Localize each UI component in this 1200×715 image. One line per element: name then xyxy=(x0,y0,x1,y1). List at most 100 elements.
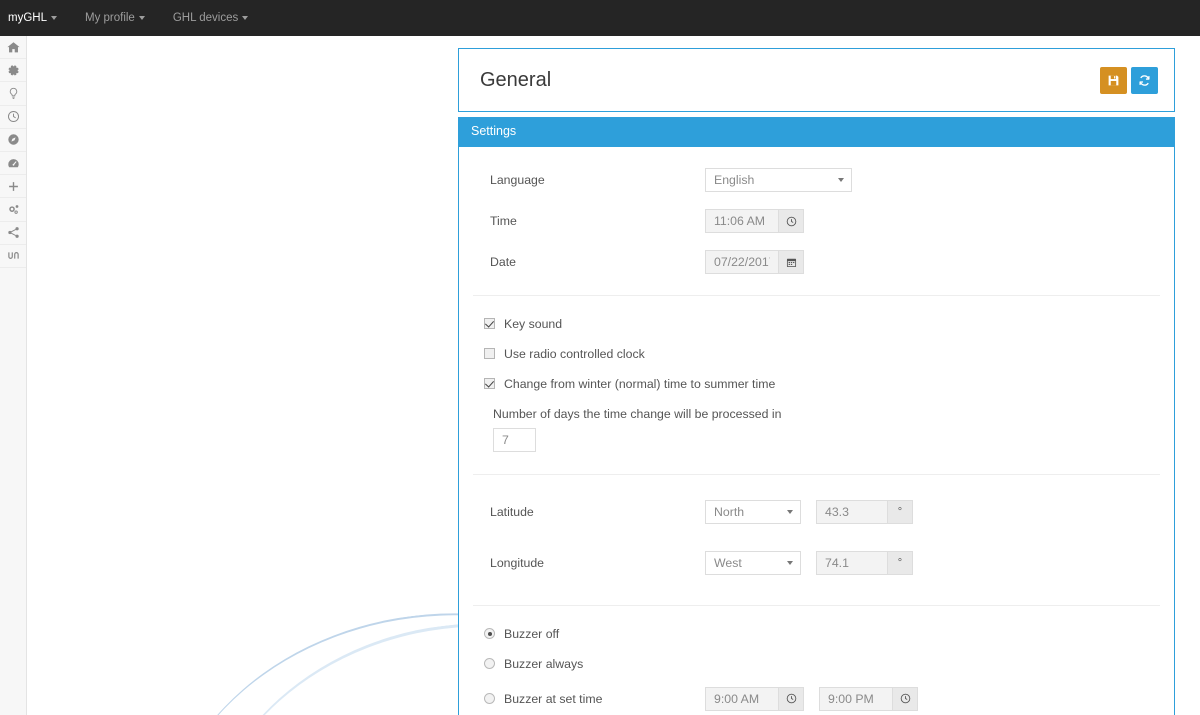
plus-icon xyxy=(7,180,20,193)
chevron-down-icon xyxy=(787,561,793,565)
nav-item-label: GHL devices xyxy=(172,12,239,24)
sidebar-item-compass[interactable] xyxy=(0,129,26,152)
row-buzzer-set-time: Buzzer at set time xyxy=(473,686,1160,711)
sidebar-item-dashboard[interactable] xyxy=(0,152,26,176)
language-value: English xyxy=(714,173,755,187)
chevron-down-icon xyxy=(138,15,145,20)
sidebar-item-settings[interactable] xyxy=(0,59,26,83)
row-time: Time xyxy=(473,206,1160,237)
language-label: Language xyxy=(490,173,545,187)
nav-item-label: myGHL xyxy=(8,12,47,24)
time-picker-button[interactable] xyxy=(779,209,804,233)
section-options: Key sound Use radio controlled clock Cha… xyxy=(473,296,1160,475)
sidebar-item-advanced[interactable] xyxy=(0,198,26,222)
buzzer-always-radio[interactable] xyxy=(484,658,495,669)
row-buzzer-off: Buzzer off xyxy=(473,627,1160,641)
longitude-control: West ° xyxy=(705,551,913,575)
buzzer-start-input[interactable] xyxy=(705,686,779,711)
days-label: Number of days the time change will be p… xyxy=(493,406,782,421)
sidebar-item-time[interactable] xyxy=(0,106,26,129)
sidebar-item-light[interactable] xyxy=(0,82,26,106)
buzzer-end-picker-button[interactable] xyxy=(893,686,918,711)
latitude-input[interactable] xyxy=(816,500,888,524)
latitude-direction-select[interactable]: North xyxy=(705,500,801,524)
latitude-unit: ° xyxy=(888,500,913,524)
key-sound-checkbox[interactable] xyxy=(484,318,495,329)
buzzer-end-control xyxy=(819,686,918,711)
longitude-unit: ° xyxy=(888,551,913,575)
settings-panel-title: Settings xyxy=(459,117,1174,147)
buzzer-end-input[interactable] xyxy=(819,686,893,711)
date-label: Date xyxy=(490,255,516,269)
buzzer-off-label: Buzzer off xyxy=(504,626,560,641)
page-header-panel: General xyxy=(458,48,1175,112)
latitude-control: North ° xyxy=(705,500,913,524)
date-picker-button[interactable] xyxy=(779,250,804,274)
home-icon xyxy=(6,41,20,54)
sidebar-filler xyxy=(0,268,26,668)
share-icon xyxy=(7,226,20,239)
buzzer-set-time-radio[interactable] xyxy=(484,693,495,704)
buzzer-start-picker-button[interactable] xyxy=(779,686,804,711)
buzzer-start-control xyxy=(705,686,804,711)
top-navbar: myGHL My profile GHL devices xyxy=(0,0,1200,36)
settings-panel: Settings Language English Time 11:06 AM … xyxy=(458,117,1175,715)
lightbulb-icon xyxy=(7,87,20,100)
language-select[interactable]: English xyxy=(705,168,852,192)
days-block: Number of days the time change will be p… xyxy=(473,407,1160,452)
time-label: Time xyxy=(490,214,517,228)
wave-icon xyxy=(7,249,20,262)
sidebar-item-home[interactable] xyxy=(0,36,26,60)
buzzer-off-radio[interactable] xyxy=(484,628,495,639)
row-date: Date xyxy=(473,247,1160,278)
nav-item-my-profile[interactable]: My profile xyxy=(71,0,159,36)
chevron-down-icon xyxy=(787,510,793,514)
nav-item-ghl-devices[interactable]: GHL devices xyxy=(159,0,262,36)
save-icon xyxy=(1107,74,1120,87)
save-button[interactable] xyxy=(1100,66,1127,94)
buzzer-always-label: Buzzer always xyxy=(504,656,584,671)
longitude-direction-select[interactable]: West xyxy=(705,551,801,575)
sidebar-item-wave[interactable] xyxy=(0,245,26,268)
sidebar-item-share[interactable] xyxy=(0,222,26,245)
key-sound-label: Key sound xyxy=(504,316,563,331)
buzzer-off-option[interactable]: Buzzer off xyxy=(473,627,705,641)
longitude-input[interactable] xyxy=(816,551,888,575)
nav-item-label: My profile xyxy=(84,12,135,24)
radio-clock-checkbox[interactable] xyxy=(484,348,495,359)
clock-icon xyxy=(7,110,20,123)
date-control xyxy=(705,250,804,274)
buzzer-set-time-option[interactable]: Buzzer at set time xyxy=(473,692,705,706)
row-radio-clock: Use radio controlled clock xyxy=(473,347,1160,361)
degree-icon: ° xyxy=(897,557,903,569)
row-longitude: Longitude West ° xyxy=(473,548,1160,579)
longitude-label: Longitude xyxy=(490,556,545,570)
time-input[interactable] xyxy=(705,209,779,233)
degree-icon: ° xyxy=(897,506,903,518)
tachometer-icon xyxy=(7,157,20,170)
clock-icon xyxy=(900,693,911,704)
summer-time-checkbox[interactable] xyxy=(484,378,495,389)
section-buzzer: Buzzer off Buzzer always Buzzer at set t… xyxy=(473,606,1160,715)
refresh-button[interactable] xyxy=(1131,66,1158,94)
row-latitude: Latitude North ° xyxy=(473,497,1160,528)
chevron-down-icon xyxy=(838,178,844,182)
days-input[interactable] xyxy=(493,427,536,452)
summer-time-label: Change from winter (normal) time to summ… xyxy=(504,376,776,391)
gear-icon xyxy=(7,64,20,77)
header-button-group xyxy=(1100,66,1158,94)
page-title: General xyxy=(480,68,552,91)
buzzer-always-option[interactable]: Buzzer always xyxy=(473,657,705,671)
chevron-down-icon xyxy=(242,15,249,20)
chevron-down-icon xyxy=(50,15,57,20)
content-area: General Settings Language English Time 1… xyxy=(27,36,1200,715)
date-input[interactable] xyxy=(705,250,779,274)
left-sidebar xyxy=(0,36,27,715)
longitude-direction-value: West xyxy=(714,556,742,570)
sidebar-item-add[interactable] xyxy=(0,175,26,199)
cogs-icon xyxy=(7,203,20,216)
compass-icon xyxy=(7,133,20,146)
refresh-icon xyxy=(1138,74,1151,87)
nav-item-myghl[interactable]: myGHL xyxy=(0,0,71,36)
row-key-sound: Key sound xyxy=(473,317,1160,331)
